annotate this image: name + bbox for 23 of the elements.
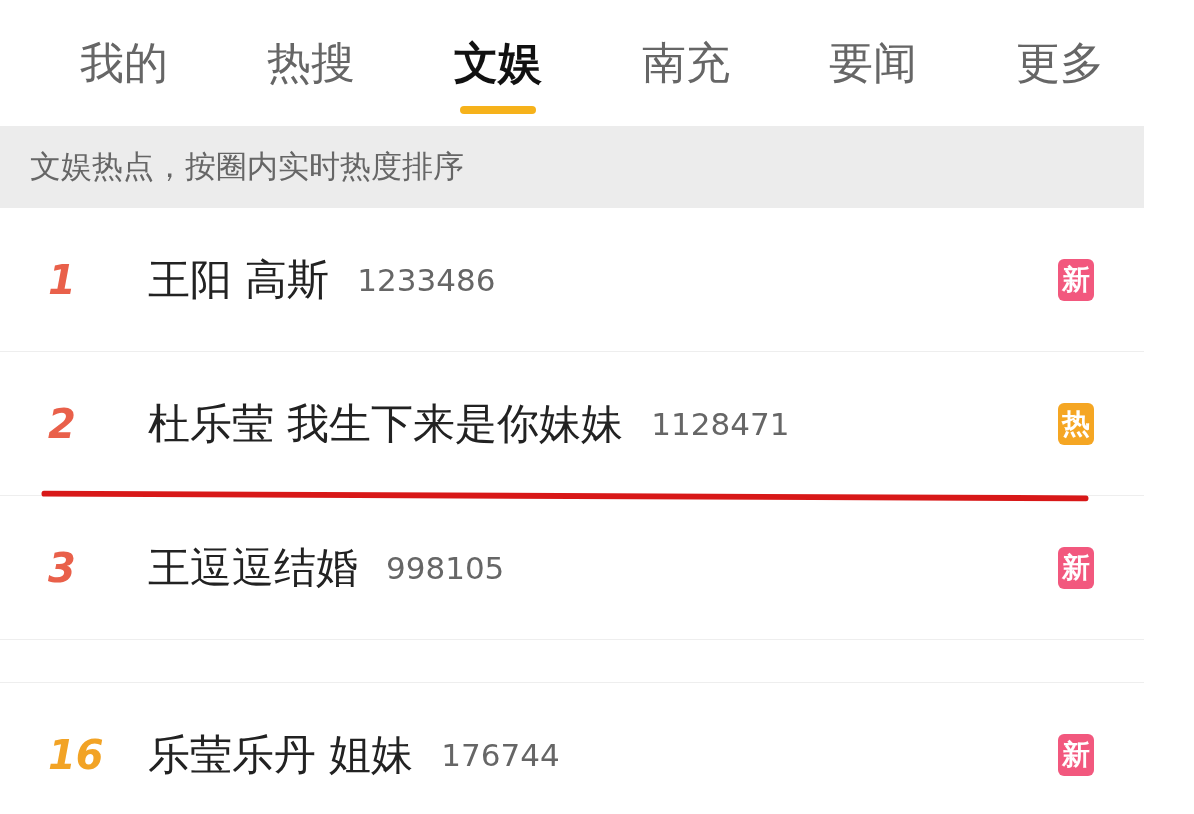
topic-title[interactable]: 乐莹乐丹 姐妹 — [148, 726, 414, 783]
status-badge: 新 — [1058, 733, 1094, 776]
heat-count: 998105 — [386, 549, 505, 586]
tab[interactable]: 南充 — [641, 0, 730, 126]
rank-number: 1 — [48, 256, 77, 303]
status-badge: 新 — [1058, 258, 1094, 301]
topic-title[interactable]: 杜乐莹 我生下来是你妹妹 — [148, 395, 624, 452]
info-banner: 文娱热点，按圈内实时热度排序 — [0, 126, 1144, 208]
topic-title[interactable]: 王阳 高斯 — [148, 251, 330, 308]
rank-number: 16 — [48, 731, 105, 778]
heat-count: 1128471 — [651, 405, 790, 442]
tab[interactable]: 要闻 — [828, 0, 917, 126]
tab[interactable]: 我的 — [80, 0, 168, 126]
rank-number: 3 — [48, 544, 77, 591]
status-badge: 热 — [1058, 402, 1094, 445]
tab[interactable]: 热搜 — [267, 0, 356, 126]
topic-title[interactable]: 王逗逗结婚 — [148, 539, 358, 596]
tab[interactable]: 文娱 — [454, 0, 543, 126]
status-badge: 新 — [1058, 546, 1094, 589]
rank-number: 2 — [48, 400, 77, 447]
tab[interactable]: 更多 — [1015, 0, 1104, 126]
heat-count: 1233486 — [357, 261, 496, 298]
heat-count: 176744 — [441, 736, 560, 773]
